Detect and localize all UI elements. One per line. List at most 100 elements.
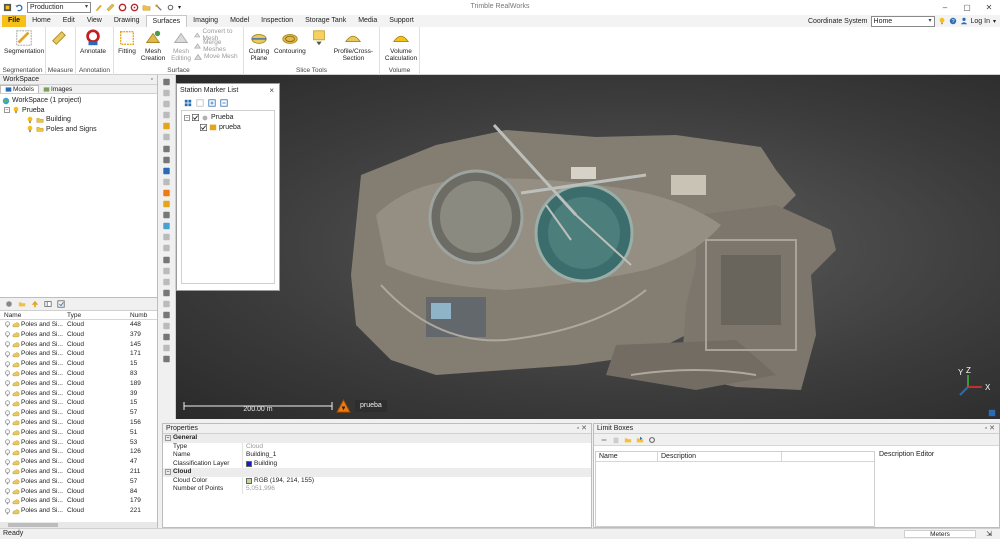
scrollbar-thumb[interactable] [8, 523, 58, 527]
marker-node-station[interactable]: prueba [184, 123, 272, 133]
lightbulb-icon[interactable] [4, 341, 11, 348]
table-row[interactable]: Poles and Si... Cloud 448 [0, 320, 157, 330]
grid-icon[interactable] [162, 233, 171, 241]
station-icon[interactable] [162, 189, 171, 197]
expand-icon[interactable] [208, 98, 216, 107]
fit-icon[interactable] [162, 100, 171, 108]
tab-drawing[interactable]: Drawing [108, 15, 146, 27]
tab-model[interactable]: Model [224, 15, 255, 27]
pin-icon[interactable]: ▫ [151, 75, 157, 84]
viewport-menu-icon[interactable] [988, 409, 996, 417]
annotate-icon[interactable] [118, 3, 127, 12]
lightbulb-icon[interactable] [4, 498, 11, 505]
tag-icon[interactable] [154, 3, 163, 12]
tab-models[interactable]: Models [0, 85, 39, 93]
tab-view[interactable]: View [81, 15, 108, 27]
camera-icon[interactable] [162, 222, 171, 230]
help-icon[interactable]: ? [949, 17, 957, 25]
lightbulb-icon[interactable] [4, 478, 11, 485]
station-marker-label[interactable]: prueba [355, 400, 387, 412]
prop-value-cloud-color-wrap[interactable]: RGB (194, 214, 155) [243, 477, 314, 486]
lightbulb-icon[interactable] [4, 419, 11, 426]
tab-imaging[interactable]: Imaging [187, 15, 224, 27]
table-row[interactable]: Poles and Si... Cloud 379 [0, 330, 157, 340]
marker-icon[interactable] [162, 200, 171, 208]
axis-icon[interactable] [162, 244, 171, 252]
zoom-icon[interactable] [162, 89, 171, 97]
collapse-icon[interactable]: – [184, 114, 190, 121]
table-row[interactable]: Poles and Si... Cloud 156 [0, 418, 157, 428]
marker-icon[interactable] [130, 3, 139, 12]
lightbulb-icon[interactable] [4, 360, 11, 368]
undo-icon[interactable] [15, 3, 24, 12]
prop-category-general[interactable]: – General [163, 434, 591, 443]
chevron-down-icon[interactable]: ▾ [993, 18, 996, 25]
table-row[interactable]: Poles and Si... Cloud 57 [0, 408, 157, 418]
lightbulb-icon[interactable] [4, 370, 11, 377]
coordinate-system-select[interactable]: Home ▾ [870, 15, 935, 27]
table-row[interactable]: Poles and Si... Cloud 84 [0, 487, 157, 497]
render-icon[interactable] [162, 333, 171, 341]
prop-value-name[interactable]: Building_1 [243, 451, 276, 460]
plane-icon[interactable] [162, 322, 171, 330]
side-view-icon[interactable] [162, 178, 171, 186]
project-selector[interactable]: Production ▾ [27, 2, 91, 13]
settings-icon[interactable] [166, 3, 175, 12]
table-row[interactable]: Poles and Si... Cloud 53 [0, 438, 157, 448]
lightbulb-icon[interactable] [4, 468, 11, 475]
maximize-icon[interactable]: ▢ [956, 0, 978, 15]
lightbulb-icon[interactable] [4, 488, 11, 495]
table-row[interactable]: Poles and Si... Cloud 171 [0, 349, 157, 359]
grid-disabled-icon[interactable] [196, 98, 204, 107]
columns-icon[interactable] [44, 300, 52, 308]
col-name[interactable]: Name [0, 311, 64, 319]
table-row[interactable]: Poles and Si... Cloud 221 [0, 506, 157, 516]
grid-view-icon[interactable] [184, 99, 192, 107]
minimize-icon[interactable]: – [934, 0, 956, 15]
settings-icon[interactable] [648, 436, 656, 444]
measure-icon[interactable] [162, 122, 171, 130]
folder-open-icon[interactable] [624, 436, 632, 444]
collapse-icon[interactable]: – [165, 469, 171, 476]
lightbulb-icon[interactable] [4, 351, 11, 358]
select-icon[interactable] [57, 300, 65, 308]
rotate-icon[interactable] [162, 111, 171, 119]
layer-icon[interactable] [162, 344, 171, 352]
table-row[interactable]: Poles and Si... Cloud 15 [0, 359, 157, 369]
units-indicator[interactable]: Meters [904, 530, 976, 538]
tab-images[interactable]: Images [39, 85, 76, 93]
close-icon[interactable]: × [269, 84, 279, 97]
tab-inspection[interactable]: Inspection [255, 15, 299, 27]
prop-value-classification-wrap[interactable]: Building [243, 460, 277, 469]
clip-icon[interactable] [162, 267, 171, 275]
lightbulb-icon[interactable] [938, 17, 946, 25]
login-link[interactable]: Log In [971, 18, 990, 25]
tab-support[interactable]: Support [383, 15, 420, 27]
light-icon[interactable] [162, 256, 171, 264]
tab-home[interactable]: Home [26, 15, 57, 27]
table-row[interactable]: Poles and Si... Cloud 189 [0, 379, 157, 389]
table-row[interactable]: Poles and Si... Cloud 39 [0, 389, 157, 399]
tree-node-building[interactable]: Building [2, 115, 155, 125]
collapse-all-icon[interactable] [220, 98, 228, 107]
delete-icon[interactable] [612, 436, 620, 444]
top-view-icon[interactable] [162, 167, 171, 175]
lightbulb-icon[interactable] [4, 458, 11, 466]
lightbulb-icon[interactable] [4, 507, 11, 515]
tab-edit[interactable]: Edit [57, 15, 81, 27]
3d-viewport[interactable]: Y Z X [176, 75, 1000, 419]
table-row[interactable]: Poles and Si... Cloud 47 [0, 457, 157, 467]
lightbulb-icon[interactable] [4, 400, 11, 407]
fence-icon[interactable] [162, 289, 171, 297]
resize-grip-icon[interactable]: ⇲ [986, 530, 992, 539]
table-row[interactable]: Poles and Si... Cloud 83 [0, 369, 157, 379]
customize-toolbar-icon[interactable]: ▾ [178, 4, 181, 11]
lightbulb-icon[interactable] [4, 321, 11, 328]
select-icon[interactable] [162, 133, 171, 141]
table-row[interactable]: Poles and Si... Cloud 211 [0, 467, 157, 477]
lightbulb-icon[interactable] [4, 429, 11, 436]
folder-icon[interactable] [18, 300, 26, 308]
lightbulb-icon[interactable] [4, 439, 11, 446]
table-row[interactable]: Poles and Si... Cloud 57 [0, 477, 157, 487]
tab-file[interactable]: File [2, 15, 27, 27]
